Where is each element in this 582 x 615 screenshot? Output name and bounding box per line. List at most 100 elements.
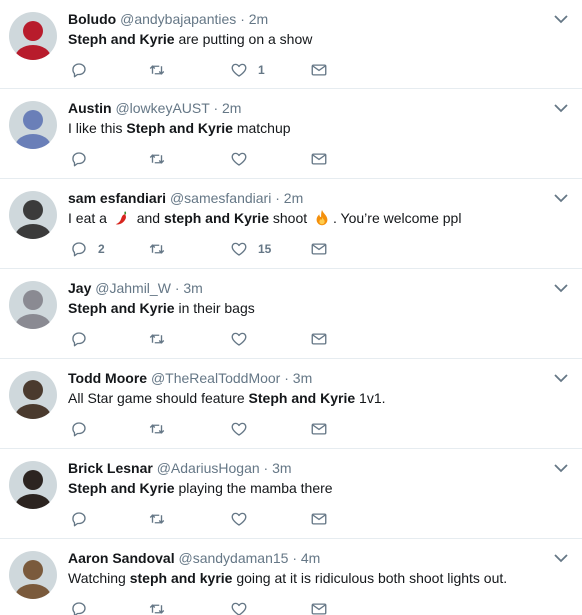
direct-message-button[interactable] (310, 329, 328, 349)
display-name[interactable]: Jay (68, 280, 91, 296)
retweet-button[interactable] (148, 419, 166, 439)
retweet-button[interactable] (148, 239, 166, 259)
tweet[interactable]: Boludo @andybajapanties · 2m Steph and Ky… (0, 0, 582, 89)
like-button[interactable]: 1 (230, 60, 265, 80)
envelope-icon (310, 600, 328, 615)
direct-message-button[interactable] (310, 60, 328, 80)
display-name[interactable]: Boludo (68, 11, 116, 27)
username[interactable]: @Jahmil_W (95, 280, 171, 296)
avatar[interactable] (9, 191, 57, 239)
display-name[interactable]: Brick Lesnar (68, 460, 153, 476)
retweet-button[interactable] (148, 599, 166, 615)
like-button[interactable] (230, 329, 248, 349)
reply-button[interactable] (70, 149, 88, 169)
tweet-text: I like this Steph and Kyrie matchup (68, 119, 291, 138)
like-count: 15 (258, 242, 272, 256)
chevron-down-icon[interactable] (553, 461, 569, 473)
timestamp[interactable]: 4m (301, 550, 320, 566)
reply-button[interactable]: 2 (70, 239, 105, 259)
text-segment: matchup (232, 120, 291, 136)
tweet-header: Todd Moore @TheRealToddMoor · 3m (68, 369, 312, 387)
like-button[interactable] (230, 509, 248, 529)
username[interactable]: @lowkeyAUST (115, 100, 209, 116)
avatar[interactable] (9, 101, 57, 149)
tweet[interactable]: sam esfandiari @samesfandiari · 2m I eat … (0, 179, 582, 269)
display-name[interactable]: Austin (68, 100, 112, 116)
like-button[interactable] (230, 599, 248, 615)
retweet-icon (148, 510, 166, 528)
text-segment: Watching (68, 570, 130, 586)
heart-icon (230, 420, 248, 438)
direct-message-button[interactable] (310, 419, 328, 439)
timestamp[interactable]: 3m (272, 460, 291, 476)
reply-icon (70, 510, 88, 528)
reply-button[interactable] (70, 599, 88, 615)
avatar[interactable] (9, 12, 57, 60)
chevron-down-icon[interactable] (553, 371, 569, 383)
like-button[interactable] (230, 419, 248, 439)
tweet-header: sam esfandiari @samesfandiari · 2m (68, 189, 303, 207)
reply-button[interactable] (70, 509, 88, 529)
chevron-down-icon[interactable] (553, 12, 569, 24)
chevron-down-icon[interactable] (553, 551, 569, 563)
heart-icon (230, 600, 248, 615)
envelope-icon (310, 510, 328, 528)
like-button[interactable]: 15 (230, 239, 271, 259)
timestamp[interactable]: 2m (249, 11, 268, 27)
reply-button[interactable] (70, 419, 88, 439)
avatar[interactable] (9, 551, 57, 599)
text-segment: shoot (268, 210, 312, 226)
display-name[interactable]: sam esfandiari (68, 190, 166, 206)
display-name[interactable]: Todd Moore (68, 370, 147, 386)
tweet-actions: 2 15 (68, 239, 368, 259)
direct-message-button[interactable] (310, 149, 328, 169)
tweet[interactable]: Todd Moore @TheRealToddMoor · 3m All Star… (0, 359, 582, 449)
username[interactable]: @samesfandiari (170, 190, 271, 206)
timestamp[interactable]: 2m (284, 190, 303, 206)
tweet-text: I eat a and steph and Kyrie shoot . You’… (68, 209, 461, 228)
reply-button[interactable] (70, 329, 88, 349)
avatar[interactable] (9, 371, 57, 419)
display-name[interactable]: Aaron Sandoval (68, 550, 175, 566)
highlighted-term: steph and Kyrie (163, 210, 269, 226)
text-segment: and (132, 210, 164, 226)
username[interactable]: @AdariusHogan (157, 460, 260, 476)
direct-message-button[interactable] (310, 509, 328, 529)
timestamp[interactable]: 2m (222, 100, 241, 116)
chevron-down-icon[interactable] (553, 101, 569, 113)
username[interactable]: @TheRealToddMoor (151, 370, 280, 386)
retweet-button[interactable] (148, 509, 166, 529)
separator-dot: · (275, 190, 280, 206)
tweet[interactable]: Brick Lesnar @AdariusHogan · 3m Steph and… (0, 449, 582, 539)
tweet[interactable]: Austin @lowkeyAUST · 2m I like this Steph… (0, 89, 582, 179)
retweet-button[interactable] (148, 149, 166, 169)
separator-dot: · (284, 370, 289, 386)
tweet[interactable]: Aaron Sandoval @sandydaman15 · 4m Watchin… (0, 539, 582, 615)
tweet[interactable]: Jay @Jahmil_W · 3m Steph and Kyrie in the… (0, 269, 582, 359)
username[interactable]: @sandydaman15 (178, 550, 288, 566)
like-count: 1 (258, 63, 265, 77)
username[interactable]: @andybajapanties (120, 11, 236, 27)
chevron-down-icon[interactable] (553, 281, 569, 293)
like-button[interactable] (230, 149, 248, 169)
separator-dot: · (263, 460, 269, 476)
chevron-down-icon[interactable] (553, 191, 569, 203)
heart-icon (230, 510, 248, 528)
timestamp[interactable]: 3m (293, 370, 312, 386)
timestamp[interactable]: 3m (183, 280, 202, 296)
avatar[interactable] (9, 461, 57, 509)
text-segment: . You’re welcome ppl (333, 210, 462, 226)
reply-button[interactable] (70, 60, 88, 80)
direct-message-button[interactable] (310, 239, 328, 259)
retweet-button[interactable] (148, 329, 166, 349)
heart-icon (230, 330, 248, 348)
separator-dot: · (174, 280, 180, 296)
avatar[interactable] (9, 281, 57, 329)
tweet-text: Watching steph and kyrie going at it is … (68, 569, 507, 588)
highlighted-term: Steph and Kyrie (248, 390, 356, 406)
envelope-icon (310, 330, 328, 348)
retweet-button[interactable] (148, 60, 166, 80)
direct-message-button[interactable] (310, 599, 328, 615)
text-segment: in their bags (174, 300, 255, 316)
tweet-feed: Boludo @andybajapanties · 2m Steph and Ky… (0, 0, 582, 615)
